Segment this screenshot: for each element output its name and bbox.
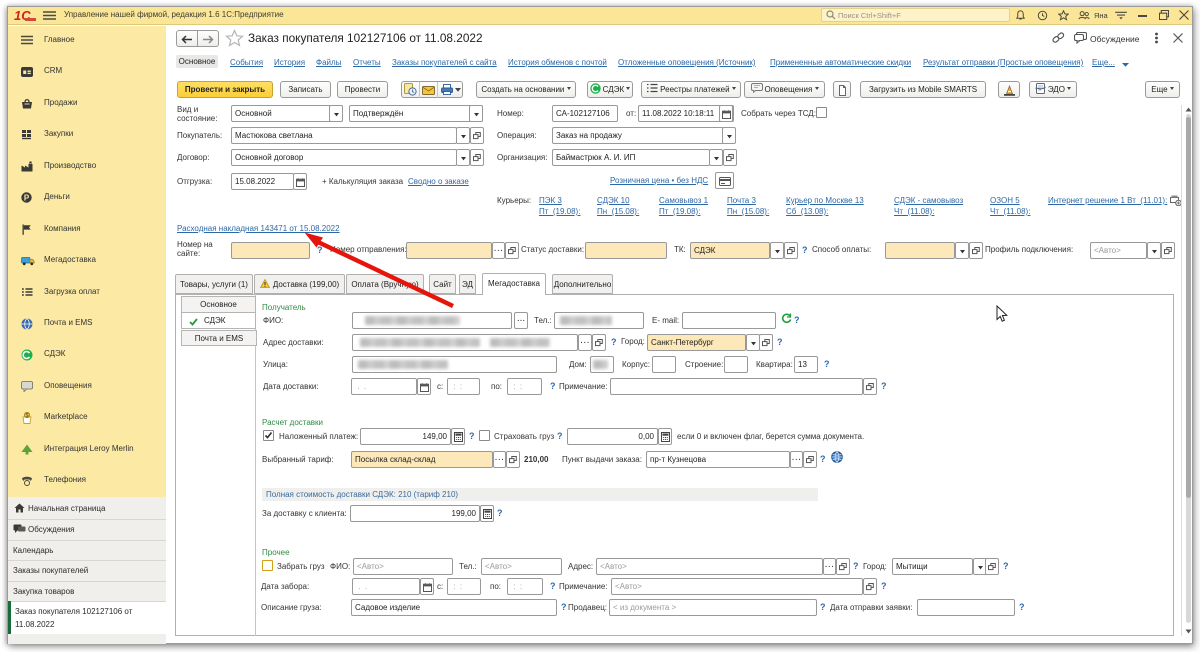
svg-text:P: P: [24, 193, 30, 202]
svg-text:$: $: [25, 413, 28, 419]
